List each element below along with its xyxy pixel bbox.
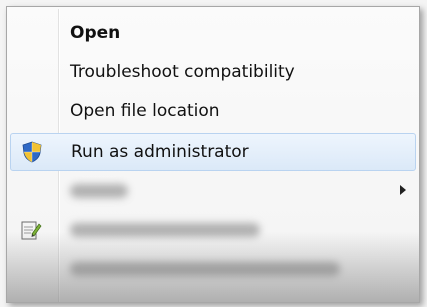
obscured-label xyxy=(70,184,128,198)
menu-item-obscured-submenu[interactable] xyxy=(10,172,416,208)
menu-item-open-file-location[interactable]: Open file location xyxy=(10,93,416,129)
context-menu: Open Troubleshoot compatibility Open fil… xyxy=(6,6,420,303)
menu-item-obscured-2[interactable] xyxy=(10,211,416,247)
notepad-edit-icon xyxy=(20,219,42,241)
obscured-label xyxy=(70,262,340,276)
menu-item-run-as-administrator[interactable]: Run as administrator xyxy=(10,133,416,171)
menu-item-open[interactable]: Open xyxy=(10,15,416,51)
submenu-arrow-icon xyxy=(400,185,406,195)
menu-item-run-as-admin-label: Run as administrator xyxy=(71,142,249,162)
obscured-label xyxy=(70,223,260,237)
menu-item-troubleshoot-compatibility[interactable]: Troubleshoot compatibility xyxy=(10,54,416,90)
menu-item-open-label: Open xyxy=(70,23,121,43)
menu-item-open-file-location-label: Open file location xyxy=(70,101,220,121)
menu-item-obscured-3[interactable] xyxy=(10,250,416,286)
menu-item-troubleshoot-label: Troubleshoot compatibility xyxy=(70,62,295,82)
uac-shield-icon xyxy=(21,141,43,163)
